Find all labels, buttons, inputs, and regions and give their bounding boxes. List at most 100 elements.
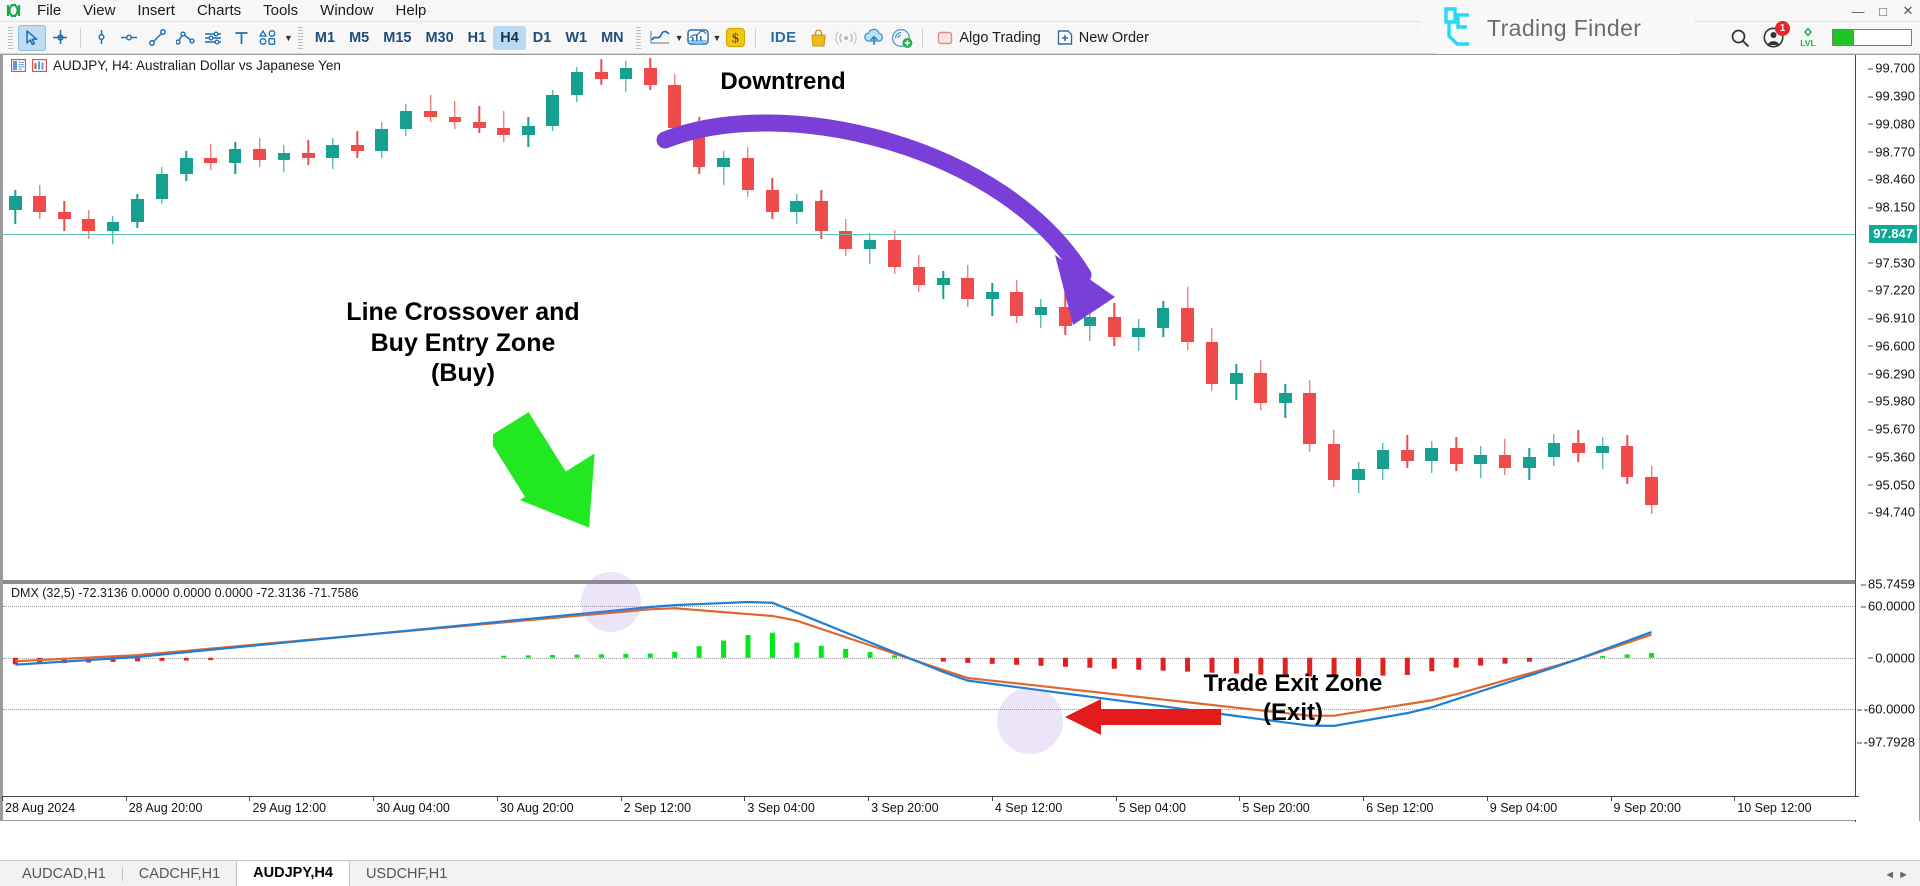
chart-tab-audjpy[interactable]: AUDJPY,H4 bbox=[236, 860, 350, 886]
menu-insert[interactable]: Insert bbox=[126, 0, 186, 22]
candle-body bbox=[131, 199, 144, 222]
candle-body bbox=[1523, 456, 1536, 468]
price-tick: 95.360 bbox=[1868, 449, 1915, 465]
signal-broadcast-icon[interactable] bbox=[832, 25, 860, 51]
level-progress-fill bbox=[1833, 30, 1855, 45]
indicator-pane[interactable]: DMX (32,5) -72.3136 0.0000 0.0000 0.0000… bbox=[3, 572, 1859, 770]
algo-trading-label: Algo Trading bbox=[959, 29, 1041, 46]
candle-body bbox=[473, 122, 486, 128]
candle-body bbox=[570, 72, 584, 96]
timeframe-h1[interactable]: H1 bbox=[461, 26, 494, 50]
indicators-chart-icon[interactable] bbox=[684, 25, 712, 51]
timeframe-m30[interactable]: M30 bbox=[418, 26, 460, 50]
candlestick bbox=[448, 55, 462, 525]
copy-signals-icon[interactable] bbox=[888, 25, 916, 51]
chart-tab-usdchf[interactable]: USDCHF,H1 bbox=[350, 862, 463, 886]
candle-body bbox=[302, 152, 315, 158]
timeframe-mn[interactable]: MN bbox=[594, 26, 631, 50]
zone-highlight bbox=[581, 572, 641, 632]
chart-tab-audcad[interactable]: AUDCAD,H1 bbox=[6, 862, 122, 886]
price-tick: 98.460 bbox=[1868, 171, 1915, 187]
shapes-dropdown-icon[interactable]: ▼ bbox=[284, 33, 293, 43]
indicators-dropdown-icon[interactable]: ▼ bbox=[713, 33, 722, 43]
price-tick: 97.530 bbox=[1868, 255, 1915, 271]
menu-file[interactable]: File bbox=[26, 0, 72, 22]
close-icon[interactable]: ✕ bbox=[1900, 3, 1916, 19]
trendline-icon[interactable] bbox=[143, 25, 171, 51]
menu-view[interactable]: View bbox=[72, 0, 126, 22]
candlestick bbox=[473, 55, 486, 525]
dollar-icon[interactable]: $ bbox=[721, 25, 749, 51]
dmx-histogram-bar bbox=[672, 651, 678, 658]
toolbar-grip[interactable] bbox=[8, 26, 13, 49]
timeframe-m5[interactable]: M5 bbox=[342, 26, 376, 50]
time-tick: 9 Sep 20:00 bbox=[1610, 796, 1681, 815]
crosshair-icon[interactable] bbox=[46, 25, 74, 51]
watermark-brand: Trading Finder bbox=[1487, 14, 1642, 41]
timeframe-h4[interactable]: H4 bbox=[493, 25, 526, 50]
new-order-button[interactable]: New Order bbox=[1049, 26, 1157, 49]
notification-badge: 1 bbox=[1775, 21, 1790, 36]
dmx-tick: -60.0000 bbox=[1856, 701, 1915, 717]
menu-window[interactable]: Window bbox=[309, 0, 384, 22]
dmx-tick: 60.0000 bbox=[1861, 598, 1915, 614]
price-tick: 97.220 bbox=[1868, 282, 1915, 298]
maximize-icon[interactable]: □ bbox=[1875, 4, 1891, 19]
algo-square-icon bbox=[938, 31, 953, 44]
plus-square-icon bbox=[1057, 30, 1072, 45]
minimize-icon[interactable]: — bbox=[1850, 4, 1866, 19]
menu-tools[interactable]: Tools bbox=[252, 0, 309, 22]
chart-tools-grip[interactable] bbox=[635, 26, 641, 49]
ide-button[interactable]: IDE bbox=[762, 26, 804, 49]
vertical-line-icon[interactable] bbox=[87, 25, 115, 51]
menu-help[interactable]: Help bbox=[385, 0, 438, 22]
timeframe-m1[interactable]: M1 bbox=[308, 26, 342, 50]
candlestick bbox=[1523, 55, 1536, 525]
equidistant-channel-icon[interactable] bbox=[199, 25, 227, 51]
dmx-tick: 85.7459 bbox=[1861, 576, 1915, 592]
dmx-histogram-bar bbox=[769, 632, 775, 658]
chart-type-dropdown-icon[interactable]: ▼ bbox=[675, 33, 684, 43]
algo-trading-button[interactable]: Algo Trading bbox=[929, 27, 1048, 49]
account-button[interactable]: 1 bbox=[1763, 21, 1790, 48]
dmx-tick: 0.0000 bbox=[1868, 650, 1915, 666]
candle-body bbox=[1376, 449, 1390, 470]
polyline-icon[interactable] bbox=[171, 25, 199, 51]
time-axis[interactable]: 28 Aug 2024 28 Aug 20:00 29 Aug 12:00 30 Au… bbox=[1, 796, 1859, 820]
menu-charts[interactable]: Charts bbox=[186, 0, 252, 22]
timeframe-w1[interactable]: W1 bbox=[558, 26, 594, 50]
shopping-bag-icon[interactable] bbox=[804, 25, 832, 51]
candle-body bbox=[595, 72, 608, 80]
price-tick: 99.390 bbox=[1868, 88, 1915, 104]
search-button[interactable] bbox=[1730, 28, 1750, 48]
timeframe-m15[interactable]: M15 bbox=[376, 26, 418, 50]
price-tick: 96.600 bbox=[1868, 338, 1915, 354]
candle-body bbox=[448, 116, 462, 123]
line-chart-icon[interactable] bbox=[646, 25, 674, 51]
candle-body bbox=[1156, 308, 1170, 329]
timeframe-grip[interactable] bbox=[297, 26, 303, 49]
dmx-histogram-bar bbox=[134, 657, 140, 662]
timeframe-d1[interactable]: D1 bbox=[526, 26, 559, 50]
chart-container[interactable]: AUDJPY, H4: Australian Dollar vs Japanes… bbox=[0, 54, 1920, 822]
time-tick: 5 Sep 20:00 bbox=[1239, 796, 1310, 815]
dmx-histogram-bar bbox=[794, 642, 800, 658]
time-tick: 5 Sep 04:00 bbox=[1115, 796, 1187, 815]
cloud-upload-icon[interactable] bbox=[860, 25, 888, 51]
dmx-histogram-bar bbox=[525, 655, 531, 658]
chart-tab-cadchf[interactable]: CADCHF,H1 bbox=[123, 862, 236, 886]
text-label-icon[interactable] bbox=[227, 25, 255, 51]
candle-body bbox=[424, 111, 437, 117]
candle-body bbox=[521, 125, 535, 135]
shapes-icon[interactable] bbox=[255, 25, 283, 51]
level-indicator[interactable]: LVL bbox=[1797, 27, 1819, 48]
price-axis[interactable]: 99.700 99.390 99.080 98.770 98.460 98.150 97.8… bbox=[1855, 55, 1919, 822]
tab-scroll-arrows[interactable]: ◄► bbox=[1884, 869, 1912, 881]
candlestick bbox=[1449, 55, 1463, 525]
candlestick bbox=[375, 55, 388, 525]
horizontal-line-icon[interactable] bbox=[115, 25, 143, 51]
toolbar-right-group: 1 LVL bbox=[1730, 21, 1912, 48]
arrow-cursor-icon[interactable] bbox=[18, 24, 46, 51]
current-price-label: 97.847 bbox=[1869, 225, 1917, 244]
candle-body bbox=[1645, 476, 1658, 506]
